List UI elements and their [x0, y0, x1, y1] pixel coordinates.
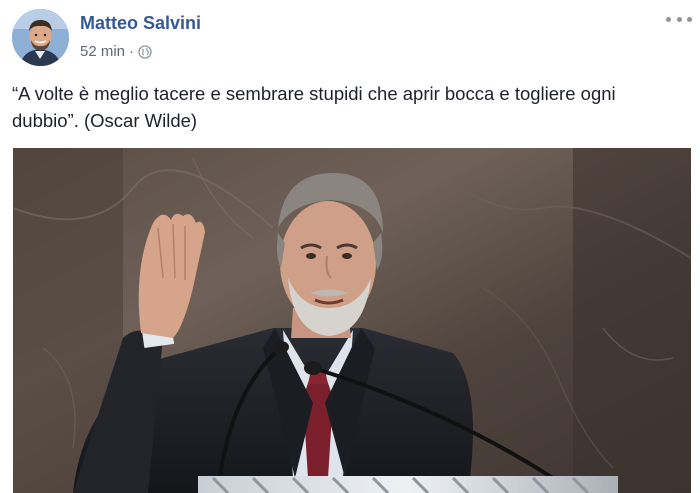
photo-image — [13, 148, 691, 493]
post-timestamp[interactable]: 52 min — [80, 43, 125, 60]
post-meta: 52 min · — [80, 43, 152, 60]
post-text-line-2: dubbio”. (Oscar Wilde) — [12, 110, 198, 131]
author-name[interactable]: Matteo Salvini — [80, 13, 201, 34]
avatar-image — [12, 9, 69, 66]
post-header: Matteo Salvini 52 min · — [0, 0, 700, 70]
more-options-icon[interactable] — [666, 10, 692, 28]
post-photo[interactable] — [13, 148, 691, 493]
post-text-line-1: “A volte è meglio tacere e sembrare stup… — [12, 83, 616, 104]
meta-separator: · — [129, 43, 135, 60]
author-avatar[interactable] — [12, 9, 69, 66]
globe-icon[interactable] — [138, 44, 152, 59]
post-text: “A volte è meglio tacere e sembrare stup… — [12, 80, 692, 134]
